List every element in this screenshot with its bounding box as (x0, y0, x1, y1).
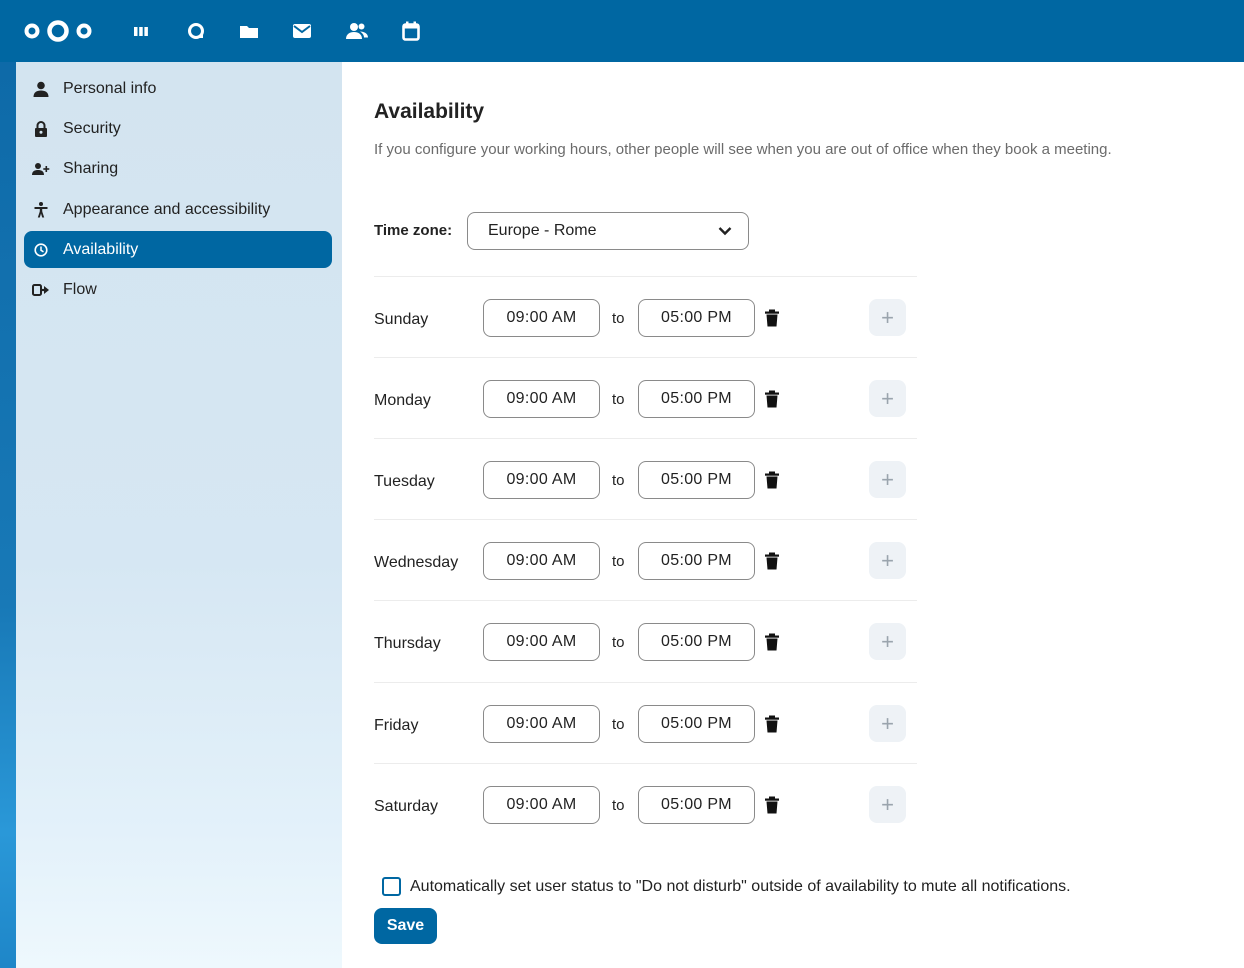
add-slot-button[interactable]: + (869, 786, 906, 823)
start-time-input[interactable]: 09:00 AM (483, 542, 600, 580)
sidebar-item-label: Availability (63, 240, 139, 258)
add-slot-button[interactable]: + (869, 461, 906, 498)
flow-icon (32, 281, 50, 299)
page-title: Availability (374, 100, 485, 123)
day-label: Wednesday (374, 554, 459, 571)
to-label: to (612, 553, 625, 570)
day-label: Tuesday (374, 473, 435, 490)
to-label: to (612, 797, 625, 814)
day-row-wednesday: Wednesday 09:00 AM to 05:00 PM + (374, 519, 917, 600)
end-time-input[interactable]: 05:00 PM (638, 786, 755, 824)
start-time-input[interactable]: 09:00 AM (483, 623, 600, 661)
accessibility-icon (32, 201, 50, 219)
end-time-input[interactable]: 05:00 PM (638, 623, 755, 661)
dnd-checkbox[interactable] (382, 877, 401, 896)
day-label: Friday (374, 717, 419, 734)
nextcloud-logo[interactable] (24, 20, 92, 42)
trash-icon[interactable] (764, 633, 780, 651)
save-button[interactable]: Save (374, 908, 437, 944)
to-label: to (612, 310, 625, 327)
trash-icon[interactable] (764, 471, 780, 489)
search-icon[interactable] (185, 20, 207, 42)
add-slot-button[interactable]: + (869, 623, 906, 660)
trash-icon[interactable] (764, 390, 780, 408)
sidebar-item-appearance[interactable]: Appearance and accessibility (24, 191, 332, 228)
clock-icon (32, 241, 50, 259)
timezone-select[interactable]: Europe - Rome (467, 212, 749, 250)
sidebar-item-label: Security (63, 119, 121, 137)
share-user-icon (32, 160, 50, 178)
sidebar-item-label: Sharing (63, 159, 119, 177)
to-label: to (612, 716, 625, 733)
end-time-input[interactable]: 05:00 PM (638, 705, 755, 743)
day-label: Sunday (374, 311, 429, 328)
trash-icon[interactable] (764, 715, 780, 733)
to-label: to (612, 472, 625, 489)
files-icon[interactable] (238, 20, 260, 42)
sidebar-item-sharing[interactable]: Sharing (24, 150, 332, 187)
start-time-input[interactable]: 09:00 AM (483, 380, 600, 418)
day-row-saturday: Saturday 09:00 AM to 05:00 PM + (374, 763, 917, 844)
calendar-icon[interactable] (400, 20, 422, 42)
day-label: Thursday (374, 635, 441, 652)
background-strip (0, 62, 16, 968)
lock-icon (32, 120, 50, 138)
sidebar-item-security[interactable]: Security (24, 110, 332, 147)
trash-icon[interactable] (764, 796, 780, 814)
timezone-value: Europe - Rome (488, 222, 597, 239)
add-slot-button[interactable]: + (869, 705, 906, 742)
end-time-input[interactable]: 05:00 PM (638, 542, 755, 580)
sidebar-item-label: Personal info (63, 79, 157, 97)
add-slot-button[interactable]: + (869, 380, 906, 417)
sidebar-item-label: Flow (63, 280, 97, 298)
timezone-label: Time zone: (374, 222, 453, 239)
start-time-input[interactable]: 09:00 AM (483, 299, 600, 337)
dnd-option: Automatically set user status to "Do not… (382, 877, 1071, 896)
dnd-label[interactable]: Automatically set user status to "Do not… (410, 878, 1071, 896)
end-time-input[interactable]: 05:00 PM (638, 380, 755, 418)
user-icon (32, 80, 50, 98)
add-slot-button[interactable]: + (869, 299, 906, 336)
end-time-input[interactable]: 05:00 PM (638, 299, 755, 337)
to-label: to (612, 391, 625, 408)
sidebar-item-label: Appearance and accessibility (63, 200, 271, 218)
start-time-input[interactable]: 09:00 AM (483, 461, 600, 499)
day-row-tuesday: Tuesday 09:00 AM to 05:00 PM + (374, 438, 917, 519)
day-label: Saturday (374, 798, 439, 815)
dashboard-icon[interactable] (130, 20, 152, 42)
day-label: Monday (374, 392, 431, 409)
add-slot-button[interactable]: + (869, 542, 906, 579)
day-row-sunday: Sunday 09:00 AM to 05:00 PM + (374, 276, 917, 357)
day-row-monday: Monday 09:00 AM to 05:00 PM + (374, 357, 917, 438)
sidebar-item-personal-info[interactable]: Personal info (24, 70, 332, 107)
start-time-input[interactable]: 09:00 AM (483, 705, 600, 743)
day-row-friday: Friday 09:00 AM to 05:00 PM + (374, 682, 917, 763)
start-time-input[interactable]: 09:00 AM (483, 786, 600, 824)
end-time-input[interactable]: 05:00 PM (638, 461, 755, 499)
trash-icon[interactable] (764, 309, 780, 327)
top-header (0, 0, 1244, 62)
page-description: If you configure your working hours, oth… (374, 141, 1112, 158)
day-row-thursday: Thursday 09:00 AM to 05:00 PM + (374, 600, 917, 681)
sidebar-item-availability[interactable]: Availability (24, 231, 332, 268)
contacts-icon[interactable] (346, 20, 368, 42)
chevron-down-icon (718, 227, 732, 236)
mail-icon[interactable] (291, 20, 313, 42)
availability-panel: Availability If you configure your worki… (342, 62, 1244, 968)
to-label: to (612, 634, 625, 651)
settings-sidebar: Personal info Security Sharing Appearanc… (16, 62, 342, 968)
trash-icon[interactable] (764, 552, 780, 570)
sidebar-item-flow[interactable]: Flow (24, 271, 332, 308)
